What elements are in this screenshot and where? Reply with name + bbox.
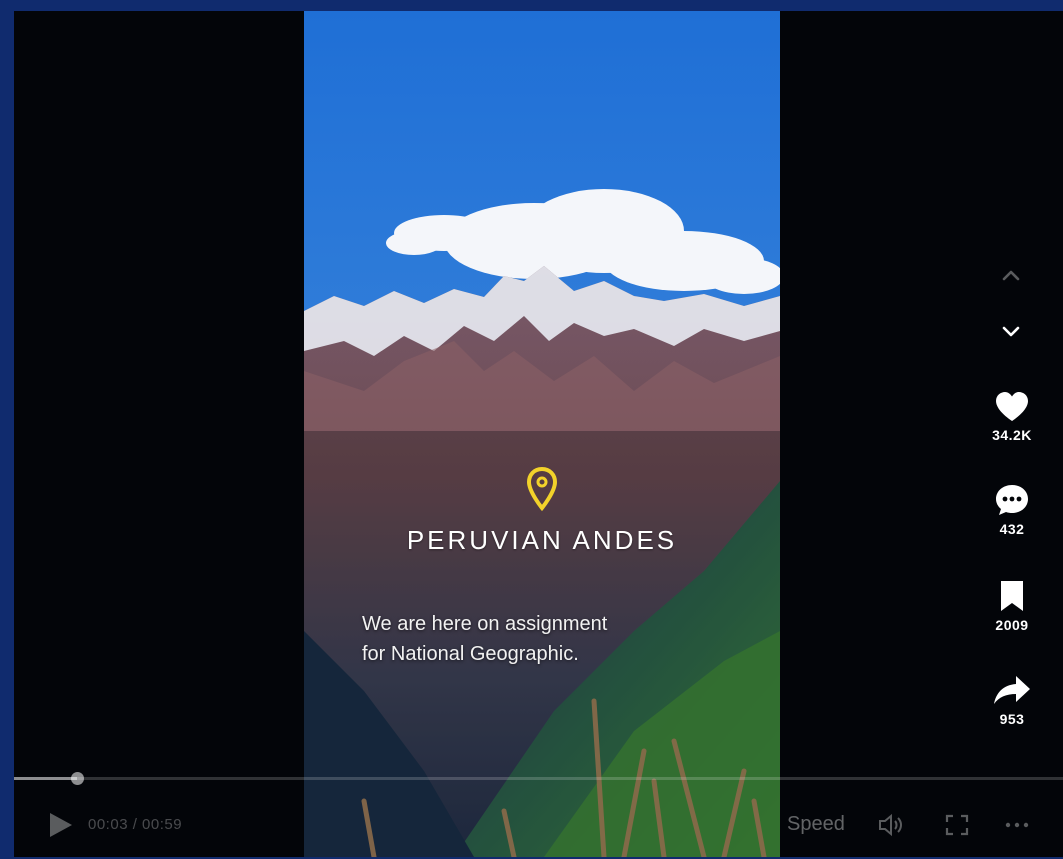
chevron-down-icon bbox=[1002, 326, 1020, 337]
more-icon bbox=[1005, 822, 1029, 828]
bookmark-icon bbox=[1001, 581, 1023, 611]
previous-video-button[interactable] bbox=[996, 263, 1026, 287]
time-display: 00:03 / 00:59 bbox=[88, 816, 183, 833]
location-title: PERUVIAN ANDES bbox=[406, 525, 678, 555]
location-pin-icon bbox=[526, 466, 558, 512]
volume-button[interactable] bbox=[876, 811, 906, 839]
like-button[interactable]: 34.2K bbox=[979, 391, 1045, 483]
progress-handle[interactable] bbox=[71, 772, 84, 785]
like-count: 34.2K bbox=[992, 427, 1032, 443]
play-icon[interactable] bbox=[46, 811, 74, 839]
save-count: 2009 bbox=[995, 617, 1029, 633]
side-actions: 34.2K 432 2009 953 bbox=[979, 391, 1045, 753]
browser-frame: PERUVIAN ANDES We are here on assignment… bbox=[0, 0, 1063, 859]
player-controls: 00:03 / 00:59 Speed bbox=[14, 791, 1063, 851]
progress-bar[interactable] bbox=[14, 772, 1063, 785]
video-player[interactable]: PERUVIAN ANDES We are here on assignment… bbox=[14, 11, 1063, 857]
share-count: 953 bbox=[999, 711, 1025, 727]
video-caption: We are here on assignment for National G… bbox=[362, 609, 722, 669]
share-arrow-icon bbox=[994, 676, 1030, 704]
save-button[interactable]: 2009 bbox=[979, 579, 1045, 673]
volume-icon bbox=[879, 813, 902, 837]
next-video-button[interactable] bbox=[996, 319, 1026, 343]
comment-count: 432 bbox=[999, 521, 1025, 537]
more-options-button[interactable] bbox=[1002, 811, 1032, 839]
chevron-up-icon bbox=[1002, 270, 1020, 281]
progress-fill bbox=[14, 777, 77, 780]
video-overlay: PERUVIAN ANDES We are here on assignment… bbox=[304, 11, 780, 857]
video-frame[interactable]: PERUVIAN ANDES We are here on assignment… bbox=[304, 11, 780, 857]
fullscreen-icon bbox=[945, 814, 969, 836]
fullscreen-button[interactable] bbox=[942, 811, 972, 839]
caption-line: for National Geographic. bbox=[362, 643, 579, 665]
speed-button[interactable]: Speed bbox=[787, 813, 845, 836]
share-button[interactable]: 953 bbox=[979, 673, 1045, 753]
comment-button[interactable]: 432 bbox=[979, 483, 1045, 579]
caption-line: We are here on assignment bbox=[362, 613, 608, 635]
comment-icon bbox=[996, 485, 1028, 515]
heart-icon bbox=[996, 392, 1028, 421]
